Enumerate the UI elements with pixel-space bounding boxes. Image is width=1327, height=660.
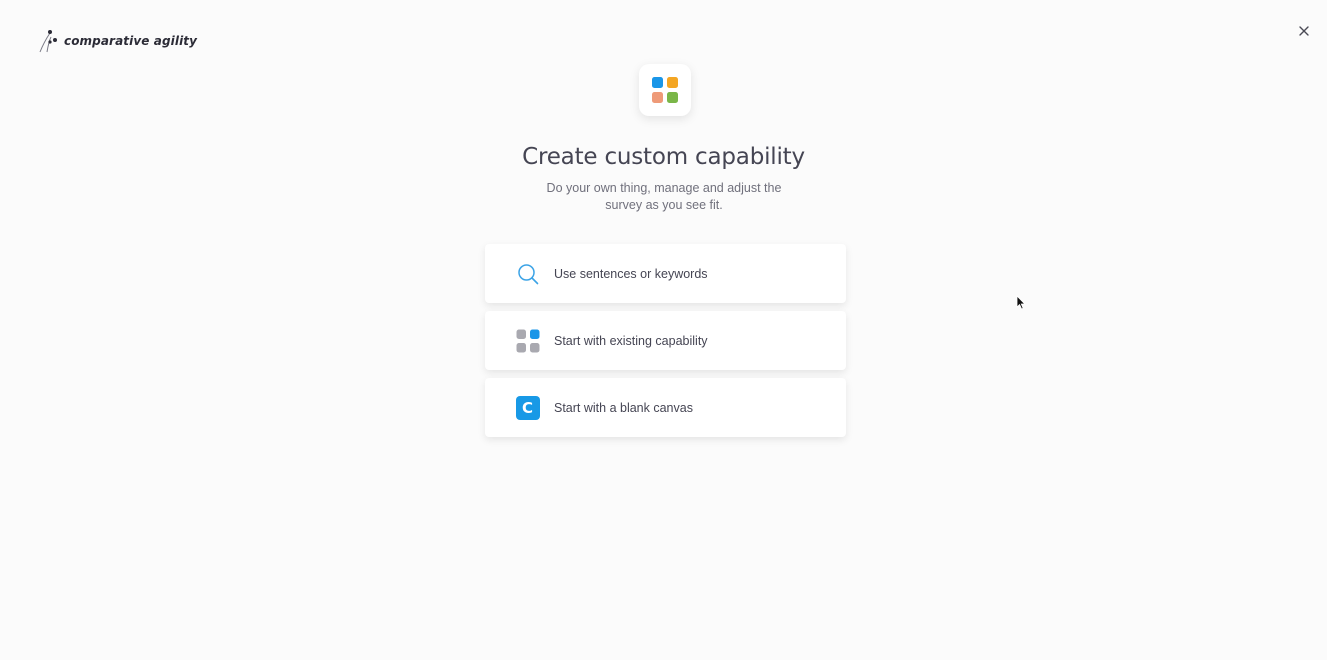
brand-name: comparative agility [64, 34, 198, 48]
page: comparative agility Create custom capabi… [0, 0, 1327, 660]
hero-icon-tile [639, 64, 691, 116]
page-subtitle: Do your own thing, manage and adjust the… [546, 181, 782, 212]
option-label: Start with existing capability [554, 333, 708, 348]
brand-logo[interactable]: comparative agility [38, 28, 197, 54]
option-sentences-keywords[interactable]: Use sentences or keywords [485, 244, 846, 303]
grid-apps-icon [652, 77, 678, 103]
mouse-cursor-icon [1016, 295, 1026, 315]
letter-c-icon: C [515, 395, 540, 420]
close-button[interactable] [1295, 22, 1313, 40]
option-existing-capability[interactable]: Start with existing capability [485, 311, 846, 370]
option-label: Start with a blank canvas [554, 400, 693, 415]
option-blank-canvas[interactable]: C Start with a blank canvas [485, 378, 846, 437]
grid-apps-icon [515, 328, 540, 353]
close-icon [1299, 26, 1309, 36]
page-title: Create custom capability [522, 144, 805, 170]
comparative-agility-logo-icon [38, 28, 60, 54]
option-label: Use sentences or keywords [554, 266, 708, 281]
letter-c-text: C [515, 395, 540, 420]
creation-options: Use sentences or keywords Start with exi… [485, 244, 846, 445]
search-icon [515, 261, 540, 286]
